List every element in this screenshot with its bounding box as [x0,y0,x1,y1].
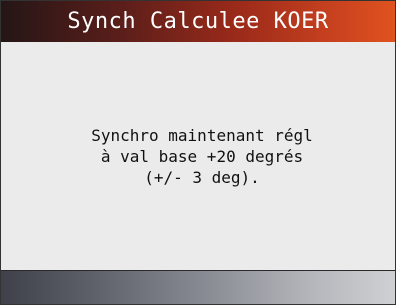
screen-title: Synch Calculee KOER [1,1,395,42]
scan-tool-screen: Synch Calculee KOER Synchro maintenant r… [0,0,396,305]
message-area: Synchro maintenant régl à val base +20 d… [1,42,395,270]
message-line-1: Synchro maintenant régl [91,125,313,145]
message-line-2: à val base +20 degrés [100,146,304,166]
instruction-message: Synchro maintenant régl à val base +20 d… [83,125,313,188]
footer-bar [1,270,395,304]
message-line-3: (+/- 3 deg). [144,167,260,187]
